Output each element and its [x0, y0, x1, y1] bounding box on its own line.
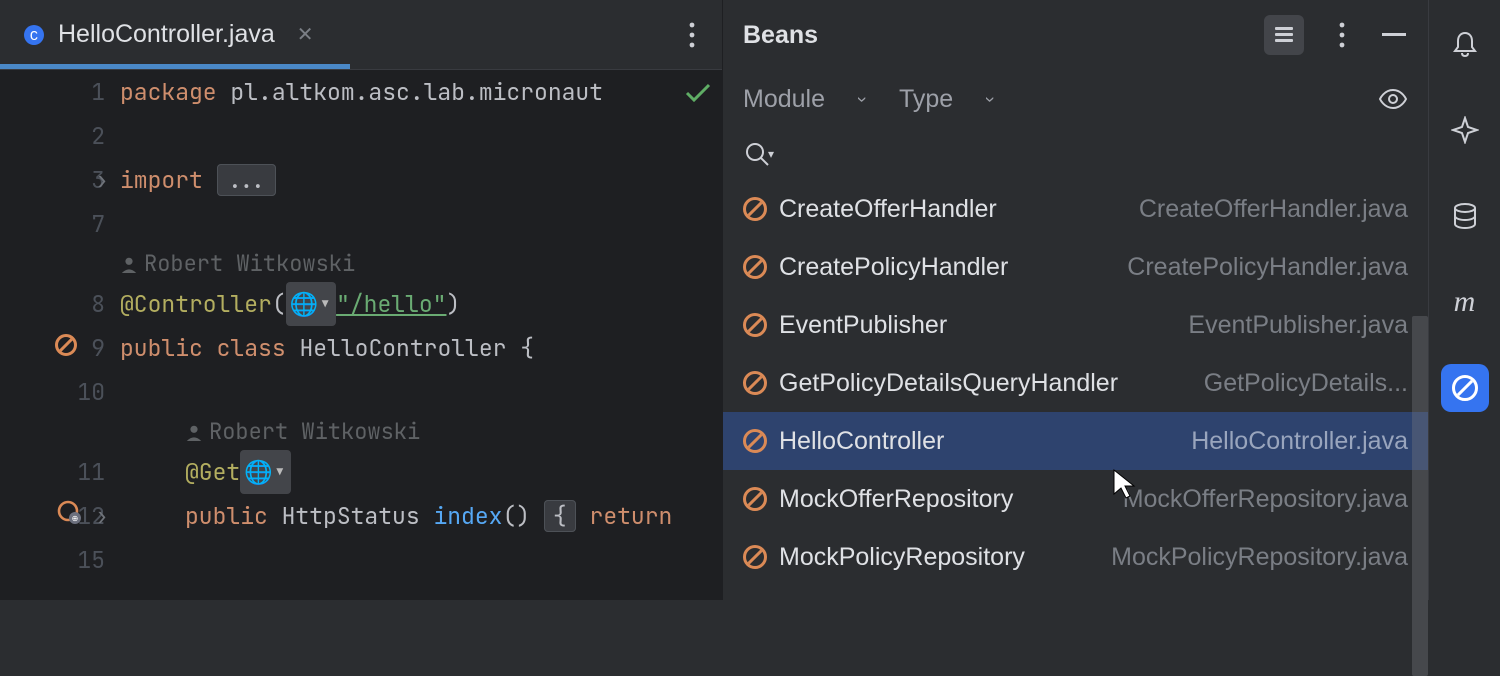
bean-item[interactable]: GetPolicyDetailsQueryHandler GetPolicyDet…	[723, 354, 1428, 412]
author-icon	[120, 255, 138, 273]
checkmark-icon	[684, 82, 712, 104]
tab-file[interactable]: C HelloController.java ✕	[10, 20, 326, 49]
chevron-down-icon: ›	[852, 96, 873, 102]
chevron-right-icon[interactable]: ›	[95, 158, 109, 202]
bean-name: MockPolicyRepository	[779, 543, 1025, 572]
gutter: 1 2 3› 7 8 9 10 11 12⊕› 15	[0, 70, 115, 600]
globe-icon[interactable]: 🌐▾	[286, 282, 336, 326]
bean-list: CreateOfferHandler CreateOfferHandler.jav…	[723, 180, 1428, 600]
bean-name: HelloController	[779, 427, 944, 456]
tab-bar: C HelloController.java ✕	[0, 0, 722, 70]
close-icon[interactable]: ✕	[297, 22, 314, 47]
bean-item[interactable]: HelloController HelloController.java	[723, 412, 1428, 470]
bean-icon	[743, 371, 767, 395]
chevron-down-icon: ›	[980, 96, 1001, 102]
code-area[interactable]: package pl.altkom.asc.lab.micronaut impo…	[115, 70, 722, 600]
bean-file: CreatePolicyHandler.java	[1127, 253, 1408, 282]
scrollbar[interactable]	[1412, 316, 1428, 676]
globe-icon[interactable]: 🌐▾	[240, 450, 290, 494]
bean-item[interactable]: CreateOfferHandler CreateOfferHandler.jav…	[723, 180, 1428, 238]
search-icon[interactable]	[743, 140, 771, 168]
bean-name: CreatePolicyHandler	[779, 253, 1008, 282]
bean-file: MockPolicyRepository.java	[1111, 543, 1408, 572]
filter-type[interactable]: Type	[899, 85, 953, 114]
bean-icon	[743, 487, 767, 511]
bean-name: EventPublisher	[779, 311, 947, 340]
chevron-right-icon[interactable]: ›	[95, 494, 109, 538]
filter-module[interactable]: Module	[743, 85, 825, 114]
bean-file: HelloController.java	[1191, 427, 1408, 456]
bean-name: GetPolicyDetailsQueryHandler	[779, 369, 1118, 398]
svg-text:⊕: ⊕	[72, 514, 79, 524]
bean-icon	[743, 545, 767, 569]
beans-title: Beans	[743, 21, 818, 50]
bean-icon	[743, 197, 767, 221]
bean-item[interactable]: MockOfferRepository MockOfferRepository.j…	[723, 470, 1428, 528]
tab-file-label: HelloController.java	[58, 20, 275, 49]
kebab-icon[interactable]	[1332, 21, 1352, 49]
bean-item[interactable]: CreatePolicyHandler CreatePolicyHandler.j…	[723, 238, 1428, 296]
kebab-icon[interactable]	[682, 21, 702, 49]
bean-file: EventPublisher.java	[1188, 311, 1408, 340]
bean-file: GetPolicyDetails...	[1204, 369, 1408, 398]
beans-tool-button[interactable]: .tool-btn.active .forbid-icon::after{bac…	[1441, 364, 1489, 412]
eye-icon[interactable]	[1378, 88, 1408, 110]
author-icon	[185, 423, 203, 441]
class-c-icon: C	[22, 23, 46, 47]
bean-name: CreateOfferHandler	[779, 195, 997, 224]
folded-body[interactable]: {	[544, 500, 576, 532]
ai-button[interactable]	[1441, 106, 1489, 154]
svg-text:C: C	[30, 29, 38, 45]
notifications-button[interactable]	[1441, 20, 1489, 68]
author-hint: Robert Witkowski	[209, 410, 420, 454]
database-button[interactable]	[1441, 192, 1489, 240]
maven-button[interactable]: m	[1441, 278, 1489, 326]
bean-item[interactable]: EventPublisher EventPublisher.java	[723, 296, 1428, 354]
folded-imports[interactable]: ...	[217, 164, 276, 196]
bean-icon	[743, 429, 767, 453]
author-hint: Robert Witkowski	[144, 242, 355, 286]
bean-gutter-icon[interactable]	[55, 326, 77, 370]
endpoint-gutter-icon[interactable]: ⊕	[55, 494, 81, 538]
bean-file: CreateOfferHandler.java	[1139, 195, 1408, 224]
bean-file: MockOfferRepository.java	[1123, 485, 1408, 514]
bean-item[interactable]: MockPolicyRepository MockPolicyRepository…	[723, 528, 1428, 586]
bean-icon	[743, 255, 767, 279]
minimize-icon[interactable]	[1380, 23, 1408, 47]
bean-name: MockOfferRepository	[779, 485, 1013, 514]
bean-icon	[743, 313, 767, 337]
beans-header: Beans	[723, 0, 1428, 70]
right-toolbar: m .tool-btn.active .forbid-icon::after{b…	[1428, 0, 1500, 600]
beans-panel: Beans Module› Type› ▾ CreateOfferHandler…	[722, 0, 1428, 600]
list-view-button[interactable]	[1264, 15, 1304, 55]
